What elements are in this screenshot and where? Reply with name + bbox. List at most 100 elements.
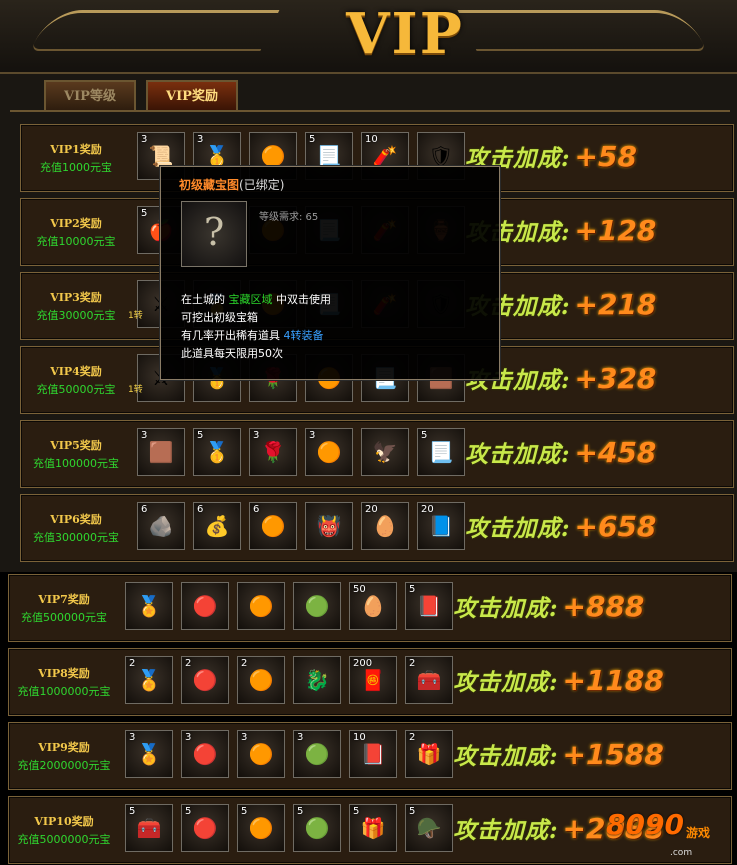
reward-items: 🏅 🔴 🟠 🟢 🥚 50 📕 5 [125, 582, 453, 630]
item-slot[interactable]: 🔴 2 [181, 656, 229, 704]
item-slot[interactable]: 🟢 3 [293, 730, 341, 778]
item-quantity: 5 [409, 806, 416, 817]
item-quantity: 2 [185, 658, 192, 669]
item-quantity: 5 [197, 430, 204, 441]
gold-bars-icon: 🟫 [148, 440, 174, 464]
item-slot[interactable]: 🟢 [293, 582, 341, 630]
tooltip-text: 中双击使用 [272, 293, 331, 306]
item-slot[interactable]: 🟫 3 [137, 428, 185, 476]
vip-reward-title: VIP4奖励 [50, 365, 102, 378]
item-slot[interactable]: 💰 6 [193, 502, 241, 550]
vip-recharge-requirement: 充值2000000元宝 [17, 759, 111, 772]
treasure-map-unknown-icon: ? [181, 201, 247, 267]
item-slot[interactable]: 🧧 200 [349, 656, 397, 704]
vip-reward-title: VIP8奖励 [38, 667, 90, 680]
item-slot[interactable]: 🔴 [181, 582, 229, 630]
attack-bonus-label: 攻击加成: [465, 441, 571, 468]
vip-banner: VIP [0, 0, 737, 74]
attack-bonus-value: +458 [574, 436, 657, 469]
item-slot[interactable]: 🧰 5 [125, 804, 173, 852]
item-quantity: 2 [241, 658, 248, 669]
treasure-chest-icon: 🧰 [136, 816, 162, 840]
item-slot[interactable]: 🪨 6 [137, 502, 185, 550]
item-slot[interactable]: 🦅 [361, 428, 409, 476]
item-slot[interactable]: 🟢 5 [293, 804, 341, 852]
tab-vip-reward[interactable]: VIP奖励 [146, 80, 238, 110]
item-slot[interactable]: 🟠 5 [237, 804, 285, 852]
item-quantity: 5 [297, 806, 304, 817]
item-slot[interactable]: 📃 5 [417, 428, 465, 476]
tooltip-line: 在土城的 宝藏区域 中双击使用 [181, 291, 331, 309]
item-slot[interactable]: 🟠 2 [237, 656, 285, 704]
vip-label: VIP4奖励充值50000元宝 [21, 363, 131, 397]
scroll-icon: 📃 [428, 440, 454, 464]
item-quantity: 3 [241, 732, 248, 743]
tooltip-bind-status: (已绑定) [239, 178, 285, 192]
vip-recharge-requirement: 充值50000元宝 [36, 383, 116, 396]
item-slot[interactable]: 🧰 2 [405, 656, 453, 704]
vip-reward-title: VIP9奖励 [38, 741, 90, 754]
item-slot[interactable]: 🏅 3 [125, 730, 173, 778]
golden-orb-icon: 🟠 [316, 440, 342, 464]
item-quantity: 3 [185, 732, 192, 743]
attack-bonus-label: 攻击加成: [453, 817, 559, 844]
item-slot[interactable]: 🎁 2 [405, 730, 453, 778]
item-quantity: 3 [309, 430, 316, 441]
item-slot[interactable]: 🐉 [293, 656, 341, 704]
item-slot[interactable]: 🔴 5 [181, 804, 229, 852]
reward-items: 🏅 2 🔴 2 🟠 2 🐉 🧧 200 🧰 2 [125, 656, 453, 704]
item-slot[interactable]: 🥚 50 [349, 582, 397, 630]
gold-ingot-icon: 🥇 [204, 440, 230, 464]
vip-recharge-requirement: 充值100000元宝 [33, 457, 119, 470]
vip-reward-title: VIP10奖励 [34, 815, 94, 828]
item-slot[interactable]: 🌹 3 [249, 428, 297, 476]
vip-label: VIP8奖励充值1000000元宝 [9, 665, 119, 699]
vip-recharge-requirement: 充值1000000元宝 [17, 685, 111, 698]
attack-bonus: 攻击加成: +888 [453, 589, 644, 623]
phoenix-icon: 🦅 [372, 440, 398, 464]
item-slot[interactable]: 🟠 [237, 582, 285, 630]
item-slot[interactable]: 🥚 20 [361, 502, 409, 550]
attack-bonus-value: +128 [574, 214, 657, 247]
tab-vip-level[interactable]: VIP等级 [44, 80, 136, 110]
item-quantity: 6 [253, 504, 260, 515]
red-orb-icon: 🔴 [192, 668, 218, 692]
vip-reward-title: VIP1奖励 [50, 143, 102, 156]
attack-bonus-label: 攻击加成: [465, 515, 571, 542]
item-slot[interactable]: 🪖 5 [405, 804, 453, 852]
item-quantity: 3 [197, 134, 204, 145]
reward-row-vip6: VIP6奖励 充值300000元宝 🪨 6 💰 6 🟠 6 👹 🥚 20 📘 20 攻击加成: +658 [20, 494, 734, 562]
item-slot[interactable]: 🏅 [125, 582, 173, 630]
tooltip-line: 有几率开出稀有道具 4转装备 [181, 327, 331, 345]
item-slot[interactable]: 🟠 3 [237, 730, 285, 778]
item-rebirth-level: 1转 [128, 311, 143, 321]
ornament-left [30, 10, 280, 51]
item-slot[interactable]: 🎁 5 [349, 804, 397, 852]
item-slot[interactable]: 📘 20 [417, 502, 465, 550]
item-slot[interactable]: 📕 5 [405, 582, 453, 630]
gold-medal-icon: 🏅 [136, 742, 162, 766]
item-slot[interactable]: 🔴 3 [181, 730, 229, 778]
item-quantity: 10 [353, 732, 366, 743]
vip-reward-title: VIP7奖励 [38, 593, 90, 606]
item-slot[interactable]: 🟠 3 [305, 428, 353, 476]
tooltip-highlight: 4转装备 [283, 329, 324, 342]
reward-row-vip7: VIP7奖励 充值500000元宝 🏅 🔴 🟠 🟢 🥚 50 📕 5 攻击加成: +888 [8, 574, 732, 642]
item-slot[interactable]: 👹 [305, 502, 353, 550]
attack-bonus-label: 攻击加成: [453, 669, 559, 696]
armor-icon: 🛡 [428, 144, 454, 168]
gold-ingot-icon: 🥇 [204, 144, 230, 168]
ornament-right [457, 10, 707, 51]
item-quantity: 5 [421, 430, 428, 441]
attack-bonus-value: +58 [574, 140, 637, 173]
reward-row-vip5: VIP5奖励 充值100000元宝 🟫 3 🥇 5 🌹 3 🟠 3 🦅 📃 5 攻击加成: +458 [20, 420, 734, 488]
item-slot[interactable]: 🏅 2 [125, 656, 173, 704]
golden-dragon-icon: 🐉 [304, 668, 330, 692]
item-quantity: 5 [409, 584, 416, 595]
item-slot[interactable]: 📕 10 [349, 730, 397, 778]
golden-orb-icon: 🟠 [260, 514, 286, 538]
item-slot[interactable]: 🟠 6 [249, 502, 297, 550]
item-quantity: 3 [129, 732, 136, 743]
item-slot[interactable]: 🥇 5 [193, 428, 241, 476]
item-quantity: 10 [365, 134, 378, 145]
